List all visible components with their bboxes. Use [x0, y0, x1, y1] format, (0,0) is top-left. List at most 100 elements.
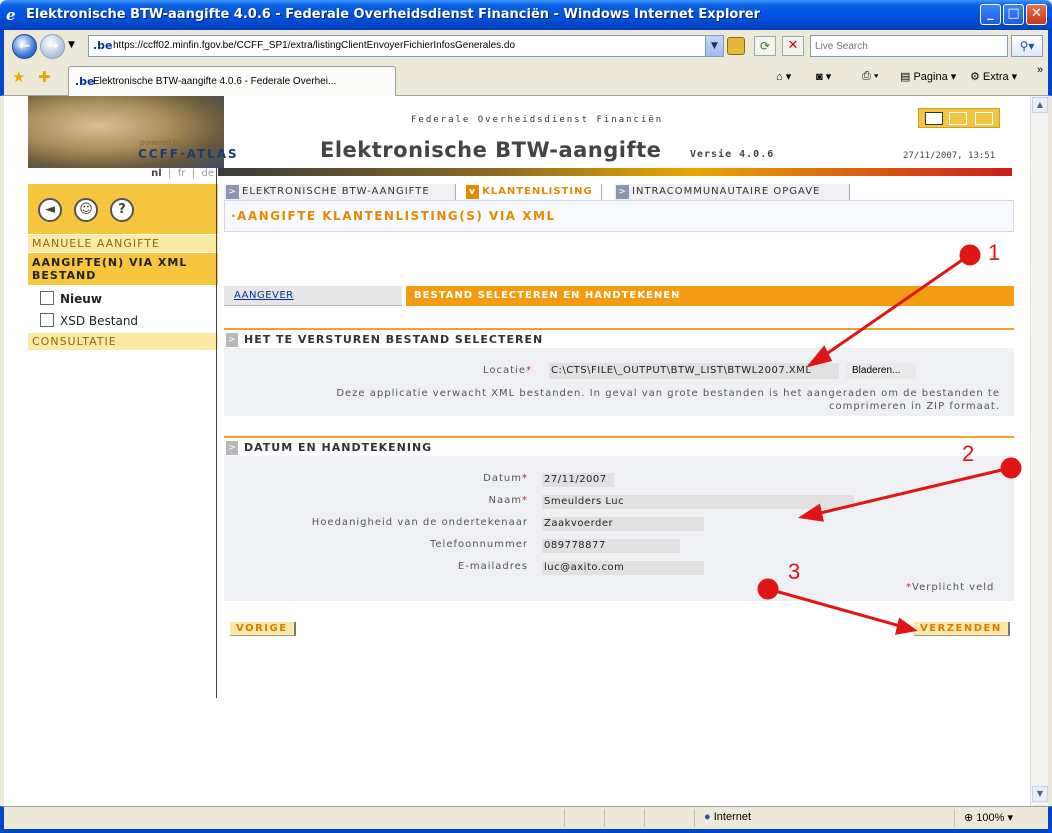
- layout-2-icon[interactable]: [949, 112, 967, 125]
- add-favorite-icon[interactable]: ✚: [38, 68, 51, 86]
- forward-button[interactable]: →: [40, 34, 65, 59]
- step-bestand-label: BESTAND SELECTEREN EN HANDTEKENEN: [414, 290, 681, 301]
- previous-button[interactable]: VORIGE: [230, 622, 296, 636]
- refresh-icon[interactable]: ⟳: [754, 36, 776, 56]
- tab-btw-aangifte[interactable]: > ELEKTRONISCHE BTW-AANGIFTE: [224, 184, 456, 200]
- signature-section-title: DATUM EN HANDTEKENING: [244, 441, 433, 454]
- user-icon[interactable]: ☺: [74, 198, 98, 222]
- lang-nl[interactable]: nl: [151, 168, 162, 179]
- file-section-title: HET TE VERSTUREN BESTAND SELECTEREN: [244, 333, 544, 346]
- back-button[interactable]: ←: [12, 34, 37, 59]
- locatie-file-input[interactable]: C:\CTS\FILE\_OUTPUT\BTW_LIST\BTWL2007.XM…: [549, 363, 839, 379]
- browser-tab[interactable]: .be Elektronische BTW-aangifte 4.0.6 - F…: [68, 66, 396, 96]
- tab-klantenlisting[interactable]: v KLANTENLISTING: [464, 184, 602, 200]
- zoom-control[interactable]: ⊕ 100% ▾: [964, 811, 1013, 824]
- minimize-button[interactable]: _: [980, 4, 1001, 25]
- tab-toolbar: ★ ✚ .be Elektronische BTW-aangifte 4.0.6…: [0, 62, 1052, 96]
- naam-label: Naam*: [264, 495, 528, 506]
- file-note: Deze applicatie verwacht XML bestanden. …: [244, 387, 1000, 413]
- tab-intracommunautaire[interactable]: > INTRACOMMUNAUTAIRE OPGAVE: [614, 184, 850, 200]
- header-logo-image: powered by CCFF·ATLAS: [28, 96, 237, 168]
- nav-xml-declaration[interactable]: AANGIFTE(N) VIA XML BESTAND: [28, 253, 218, 285]
- chevron-right-icon: >: [226, 441, 238, 455]
- app-version: Versie 4.0.6: [690, 149, 775, 160]
- nav-item-nieuw[interactable]: Nieuw: [40, 291, 102, 306]
- header-datetime: 27/11/2007, 13:51: [903, 151, 996, 161]
- stop-icon[interactable]: ✕: [782, 36, 804, 56]
- status-divider: [604, 809, 605, 827]
- required-mark: *: [526, 365, 532, 376]
- favicon-icon: .be: [93, 39, 113, 52]
- datum-label-text: Datum: [483, 473, 522, 484]
- page-menu[interactable]: ▤ Pagina ▾: [900, 70, 956, 83]
- address-toolbar: ← → ▼ .be https://ccff02.minfin.fgov.be/…: [0, 30, 1052, 62]
- naam-field[interactable]: Smeulders Luc: [542, 495, 854, 509]
- toolbar-overflow-icon[interactable]: »: [1037, 64, 1043, 76]
- address-field[interactable]: .be https://ccff02.minfin.fgov.be/CCFF_S…: [88, 35, 724, 57]
- search-icon[interactable]: ⚲▾: [1011, 35, 1043, 57]
- status-divider: [954, 809, 955, 827]
- annotation-number-2: 2: [962, 441, 975, 466]
- scroll-up-icon[interactable]: ▲: [1032, 97, 1048, 113]
- print-icon[interactable]: ⎙ ▾: [862, 70, 878, 83]
- feeds-icon[interactable]: ◙ ▾: [816, 70, 831, 83]
- required-note: *Verplicht veld: [906, 582, 994, 593]
- step-aangever[interactable]: AANGEVER: [224, 286, 402, 306]
- address-dropdown-icon[interactable]: ▼: [705, 36, 723, 56]
- datum-field[interactable]: 27/11/2007: [542, 473, 614, 487]
- security-zone-label: Internet: [713, 811, 752, 823]
- vertical-scrollbar[interactable]: ▲ ▼: [1030, 96, 1048, 806]
- datum-label: Datum*: [264, 473, 528, 484]
- history-dropdown-icon[interactable]: ▼: [68, 40, 75, 50]
- url-text[interactable]: https://ccff02.minfin.fgov.be/CCFF_SP1/e…: [113, 40, 515, 51]
- nav-manual-declaration[interactable]: MANUELE AANGIFTE: [28, 234, 218, 252]
- arrow-1-dot: [959, 244, 981, 266]
- lang-de[interactable]: de: [202, 168, 215, 179]
- layout-3-icon[interactable]: [975, 112, 993, 125]
- agency-name: Federale Overheidsdienst Financiën: [411, 115, 664, 125]
- email-field[interactable]: luc@axito.com: [542, 561, 704, 575]
- file-note-line-1: Deze applicatie verwacht XML bestanden. …: [336, 388, 1000, 399]
- nav-consultatie[interactable]: CONSULTATIE: [28, 332, 218, 350]
- nav-item-xsd-label: XSD Bestand: [60, 314, 139, 328]
- nav-item-xsd[interactable]: XSD Bestand: [40, 313, 138, 328]
- favorites-star-icon[interactable]: ★: [12, 68, 25, 86]
- xsd-file-icon: [40, 313, 54, 327]
- app-tabs: > ELEKTRONISCHE BTW-AANGIFTE v KLANTENLIST…: [224, 184, 1014, 200]
- brand-logo: CCFF·ATLAS: [138, 147, 239, 161]
- maximize-button[interactable]: □: [1003, 4, 1024, 25]
- annotation-number-3: 3: [788, 559, 801, 584]
- close-button[interactable]: ✕: [1026, 4, 1047, 25]
- page-viewport: powered by CCFF·ATLAS Federale Overheids…: [4, 96, 1030, 806]
- search-box[interactable]: [810, 35, 1008, 57]
- hoedanigheid-field[interactable]: Zaakvoerder: [542, 517, 704, 531]
- tools-menu[interactable]: ⚙ Extra ▾: [970, 70, 1017, 83]
- page-title: ·AANGIFTE KLANTENLISTING(S) VIA XML: [231, 209, 556, 223]
- title-bar: e Elektronische BTW-aangifte 4.0.6 - Fed…: [0, 0, 1052, 30]
- submit-button[interactable]: VERZENDEN: [914, 622, 1010, 636]
- file-note-line-2: comprimeren in ZIP formaat.: [828, 401, 1000, 412]
- home-icon[interactable]: ⌂ ▾: [776, 70, 791, 83]
- status-bar: ● Internet ⊕ 100% ▾: [0, 806, 1052, 833]
- browse-button[interactable]: Bladeren...: [846, 363, 916, 379]
- chevron-right-icon: >: [226, 185, 239, 199]
- arrow-3-head: [895, 617, 918, 635]
- layout-1-icon[interactable]: [925, 112, 943, 125]
- back-nav-icon[interactable]: ◄: [38, 198, 62, 222]
- globe-icon: ●: [704, 811, 711, 823]
- help-icon[interactable]: ?: [110, 198, 134, 222]
- zoom-icon: ⊕: [964, 812, 974, 824]
- chevron-right-icon: >: [226, 333, 238, 347]
- file-section: > HET TE VERSTUREN BESTAND SELECTEREN Lo…: [224, 328, 1014, 416]
- file-section-header: > HET TE VERSTUREN BESTAND SELECTEREN: [224, 328, 1014, 348]
- app-title: Elektronische BTW-aangifte: [320, 138, 662, 162]
- locatie-label: Locatie*: [364, 365, 532, 376]
- telefoon-field[interactable]: 089778877: [542, 539, 680, 553]
- lang-fr[interactable]: fr: [178, 168, 186, 179]
- ie-logo-icon: e: [6, 6, 16, 24]
- step-aangever-link[interactable]: AANGEVER: [234, 290, 294, 301]
- lock-icon[interactable]: [727, 37, 745, 55]
- scroll-down-icon[interactable]: ▼: [1032, 786, 1048, 802]
- search-input[interactable]: [811, 36, 1007, 56]
- tab-klantenlisting-label: KLANTENLISTING: [482, 186, 593, 197]
